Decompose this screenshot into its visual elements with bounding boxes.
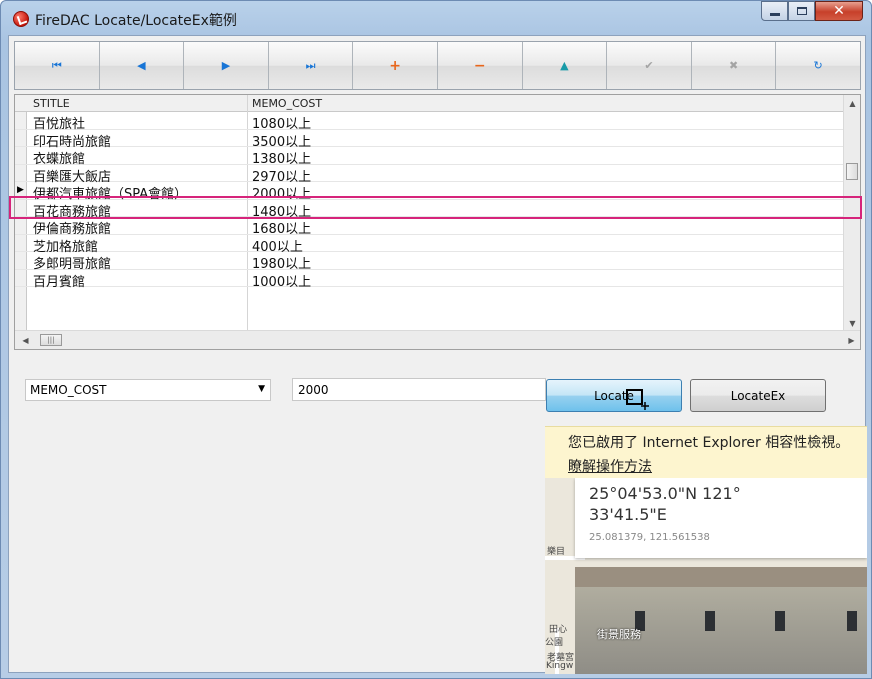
last-record-icon: ⏭ <box>305 59 316 72</box>
client-area: ⏮ ◀ ▶ ⏭ + − ▲ ✔ ✖ ↻ STITLE MEMO_COST 百悅旅社 1080以上 印石… <box>8 35 867 674</box>
nav-insert-button[interactable]: + <box>353 42 438 89</box>
street-window <box>705 611 715 631</box>
table-row[interactable]: 衣蝶旅館 1380以上 <box>15 147 844 167</box>
maximize-button[interactable] <box>788 1 815 21</box>
nav-cancel-button[interactable]: ✖ <box>691 42 777 89</box>
coordinates-decimal: 25.081379, 121.561538 <box>589 532 710 543</box>
table-row[interactable]: 芝加格旅館 400以上 <box>15 235 844 255</box>
map-label: 樂目 <box>547 547 566 557</box>
cell-memo-cost[interactable]: 1000以上 <box>252 271 311 290</box>
first-record-icon: ⏮ <box>51 59 62 72</box>
ie-compat-notice: 您已啟用了 Internet Explorer 相容性檢視。 瞭解操作方法 <box>545 426 867 478</box>
search-value-input[interactable] <box>292 378 546 401</box>
scroll-left-icon[interactable]: ◀ <box>17 332 34 349</box>
nav-first-button[interactable]: ⏮ <box>15 42 100 89</box>
close-button[interactable]: ✕ <box>815 1 863 21</box>
app-icon <box>13 11 29 27</box>
maximize-icon <box>796 7 807 15</box>
nav-post-button[interactable]: ✔ <box>607 42 692 89</box>
nav-next-button[interactable]: ▶ <box>184 42 269 89</box>
horizontal-scrollbar[interactable]: ◀ ||| ▶ <box>15 330 860 349</box>
locateex-button[interactable]: LocateEx <box>690 379 826 412</box>
db-navigator: ⏮ ◀ ▶ ⏭ + − ▲ ✔ ✖ ↻ <box>14 41 861 90</box>
street-window <box>847 611 857 631</box>
coordinate-card: 25°04'53.0"N 121° 33'41.5"E 25.081379, 1… <box>575 478 867 558</box>
cell-stitle[interactable]: 百月賓館 <box>33 271 85 290</box>
window-controls: ✕ <box>761 1 863 21</box>
refresh-icon: ↻ <box>813 59 823 72</box>
cancel-icon: ✖ <box>728 59 739 72</box>
cursor-icon <box>626 389 649 410</box>
street-window <box>775 611 785 631</box>
street-view-thumbnail[interactable]: 街景服務 <box>575 567 867 674</box>
coordinates-dms: 25°04'53.0"N 121° 33'41.5"E <box>589 484 741 524</box>
plus-icon: + <box>389 57 402 74</box>
title-bar[interactable]: FireDAC Locate/LocateEx範例 ✕ <box>1 1 871 35</box>
current-row-icon: ▶ <box>17 185 24 195</box>
locate-button[interactable]: Locate <box>546 379 682 412</box>
field-select[interactable]: MEMO_COST ▼ <box>25 379 271 401</box>
ie-notice-text: 您已啟用了 Internet Explorer 相容性檢視。 <box>568 435 850 451</box>
street-view-label: 街景服務 <box>597 628 641 641</box>
learn-more-link[interactable]: 瞭解操作方法 <box>568 456 652 476</box>
map-label: Kingw <box>546 661 574 671</box>
grid-header: STITLE MEMO_COST <box>15 95 844 112</box>
minimize-button[interactable] <box>761 1 788 21</box>
table-row[interactable]: 百樂匯大飯店 2970以上 <box>15 165 844 185</box>
map-label: 公園 <box>545 638 564 648</box>
edit-up-icon: ▲ <box>560 59 569 72</box>
chevron-down-icon: ▼ <box>258 384 265 394</box>
table-row[interactable]: 伊倫商務旅館 1680以上 <box>15 217 844 237</box>
horizontal-scroll-thumb[interactable]: ||| <box>40 334 62 346</box>
table-row[interactable]: 百悅旅社 1080以上 <box>15 112 844 132</box>
map-label: 田心 <box>549 625 568 635</box>
scroll-up-icon[interactable]: ▲ <box>844 95 860 112</box>
db-grid[interactable]: STITLE MEMO_COST 百悅旅社 1080以上 印石時尚旅館 3500以上衣… <box>14 94 861 350</box>
column-header-stitle[interactable]: STITLE <box>33 97 70 110</box>
table-row[interactable]: 百月賓館 1000以上 <box>15 270 844 290</box>
selected-row-highlight <box>9 196 862 219</box>
nav-edit-button[interactable]: ▲ <box>522 42 608 89</box>
nav-last-button[interactable]: ⏭ <box>268 42 354 89</box>
field-select-value: MEMO_COST <box>30 383 107 397</box>
embedded-map[interactable]: 樂目 田心 公園 老墓宮 Kingw 25°04'53.0"N 121° 33'… <box>545 478 867 674</box>
street-sky <box>575 567 867 587</box>
minus-icon: − <box>473 57 486 74</box>
app-window: FireDAC Locate/LocateEx範例 ✕ ⏮ ◀ ▶ ⏭ + − ▲ ✔ ✖ ↻ S… <box>0 0 872 679</box>
nav-prior-button[interactable]: ◀ <box>99 42 185 89</box>
scroll-right-icon[interactable]: ▶ <box>843 332 860 349</box>
check-icon: ✔ <box>644 59 654 72</box>
column-header-memo-cost[interactable]: MEMO_COST <box>252 97 322 110</box>
vertical-scroll-thumb[interactable] <box>846 163 858 180</box>
next-record-icon: ▶ <box>221 59 231 72</box>
window-title: FireDAC Locate/LocateEx範例 <box>35 13 237 29</box>
minimize-icon <box>769 12 780 16</box>
nav-refresh-button[interactable]: ↻ <box>776 42 860 89</box>
table-row[interactable]: 印石時尚旅館 3500以上 <box>15 130 844 150</box>
prior-record-icon: ◀ <box>137 59 146 72</box>
close-icon: ✕ <box>833 3 845 19</box>
nav-delete-button[interactable]: − <box>437 42 523 89</box>
table-row[interactable]: 多郎明哥旅館 1980以上 <box>15 252 844 272</box>
